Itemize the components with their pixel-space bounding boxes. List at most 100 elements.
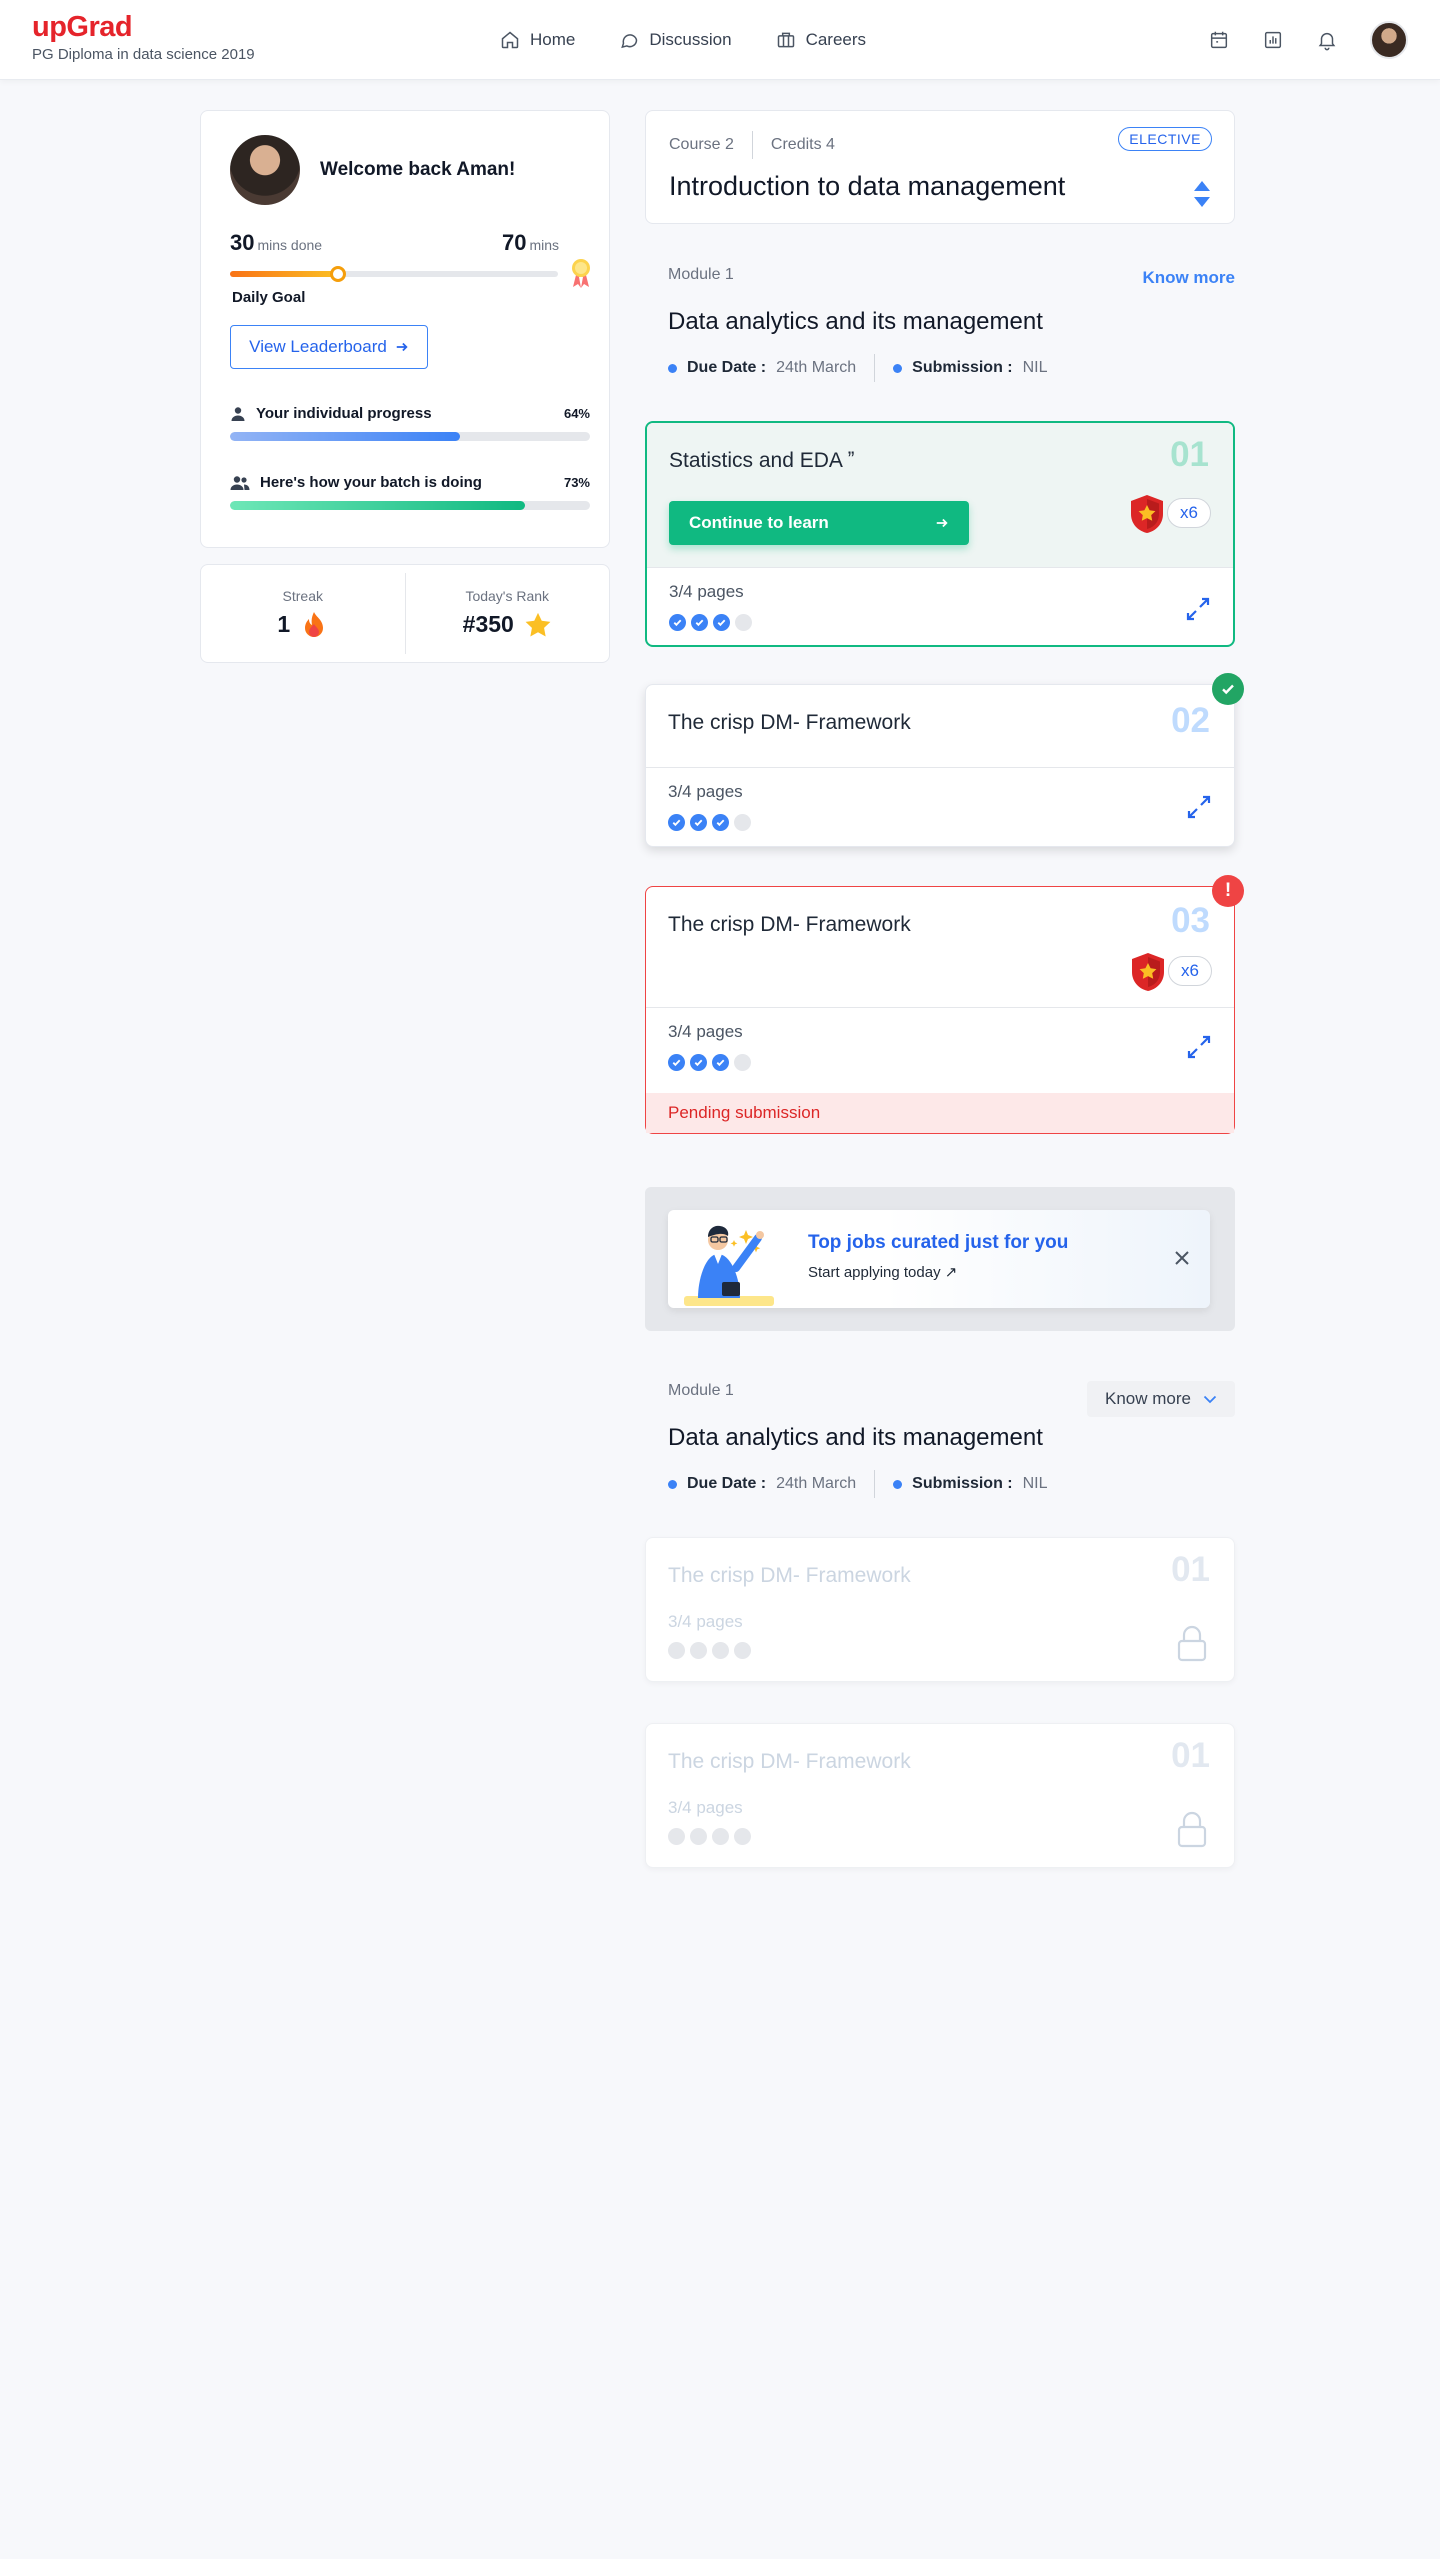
page-dots [668, 1828, 751, 1845]
main-nav: Home Discussion Careers [500, 0, 866, 80]
lesson-number: 02 [1171, 701, 1210, 740]
nav-careers[interactable]: Careers [776, 30, 866, 50]
user-avatar[interactable] [1370, 21, 1408, 59]
meta-divider [874, 1470, 876, 1498]
pages-label: 3/4 pages [668, 1798, 743, 1817]
due-date-value: 24th March [776, 359, 857, 376]
home-icon [501, 31, 519, 49]
course-header-card: Course 2 Credits 4 ELECTIVE Introduction… [645, 110, 1235, 224]
know-more-label: Know more [1105, 1389, 1191, 1408]
top-navbar: upGrad PG Diploma in data science 2019 H… [0, 0, 1440, 80]
lesson-card-active[interactable]: Statistics and EDA ˮ 01 Continue to lear… [645, 421, 1235, 647]
submission-value: NIL [1022, 359, 1048, 376]
expand-icon[interactable] [1185, 596, 1211, 622]
mins-goal-unit: mins [529, 237, 559, 253]
individual-progress-track [230, 432, 590, 441]
course-number: Course 2 [669, 136, 734, 153]
utility-nav [1208, 0, 1408, 80]
brand[interactable]: upGrad PG Diploma in data science 2019 [32, 11, 255, 63]
daily-goal-fill [230, 271, 339, 277]
know-more-dropdown[interactable]: Know more [1087, 1381, 1235, 1417]
page-dots [668, 814, 751, 831]
page-pending-icon [734, 1054, 751, 1071]
expand-icon[interactable] [1186, 1034, 1212, 1060]
lock-icon [1177, 1811, 1207, 1848]
lock-icon [1177, 1625, 1207, 1662]
due-date-label: Due Date : [687, 1475, 767, 1492]
module-meta: Due Date : 24th March Submission : NIL [668, 1470, 1048, 1498]
person-icon [231, 406, 245, 421]
page-pending-icon [735, 614, 752, 631]
shield-badge-icon [1132, 953, 1164, 991]
pending-submission-banner: Pending submission [646, 1093, 1234, 1133]
course-credits: Credits 4 [770, 136, 835, 153]
stats-card: Streak 1 Today's Rank #350 [200, 564, 610, 663]
report-icon[interactable] [1262, 29, 1284, 51]
brand-logo[interactable]: upGrad [32, 11, 255, 43]
star-icon [525, 612, 551, 636]
chevron-down-icon [1203, 1395, 1217, 1404]
page-done-icon [690, 814, 707, 831]
jobs-promo-subtitle[interactable]: Start applying today ↗ [808, 1263, 957, 1281]
module-title: Data analytics and its management [668, 1424, 1043, 1451]
expand-icon[interactable] [1186, 794, 1212, 820]
page-pending-icon [668, 1828, 685, 1845]
streak-stat: Streak 1 [201, 565, 405, 662]
bullet [893, 1479, 903, 1489]
course-title: Introduction to data management [669, 171, 1066, 201]
shield-badge-icon [1131, 495, 1163, 533]
mins-done-value: 30 [230, 230, 255, 255]
nav-home[interactable]: Home [500, 30, 575, 50]
lesson-title: The crisp DM- Framework [668, 913, 911, 936]
course-switcher-icon[interactable] [1192, 179, 1212, 209]
submission-label: Submission : [912, 359, 1013, 376]
daily-goal-knob [330, 266, 347, 282]
page-done-icon [668, 814, 685, 831]
pages-label: 3/4 pages [668, 1022, 743, 1041]
calendar-icon[interactable] [1208, 29, 1230, 51]
mins-done-unit: mins done [257, 237, 323, 253]
page-done-icon [712, 1054, 729, 1071]
module-header: Module 1 Know more Data analytics and it… [645, 1378, 1235, 1498]
rank-label: Today's Rank [465, 587, 550, 604]
bell-icon[interactable] [1316, 29, 1338, 51]
person-pointing-illustration [684, 1225, 774, 1306]
mins-done: 30 mins done [230, 230, 322, 256]
jobs-promo-title: Top jobs curated just for you [808, 1232, 1069, 1253]
alert-icon: ! [1212, 875, 1244, 907]
nav-home-label: Home [530, 30, 576, 49]
check-circle-icon [1212, 673, 1244, 705]
streak-value: 1 [277, 611, 291, 637]
daily-goal-label: Daily Goal [232, 289, 306, 306]
bullet [893, 363, 903, 373]
page-done-icon [713, 614, 730, 631]
mins-goal-value: 70 [501, 230, 527, 255]
bullet [668, 1479, 677, 1489]
view-leaderboard-button[interactable]: View Leaderboard [230, 325, 428, 369]
medal-icon [572, 259, 590, 288]
page-done-icon [669, 614, 686, 631]
page-done-icon [691, 614, 708, 631]
nav-discussion[interactable]: Discussion [619, 30, 732, 50]
lesson-card-complete[interactable]: The crisp DM- Framework 02 3/4 pages [645, 673, 1244, 847]
due-date-label: Due Date : [687, 359, 767, 376]
batch-progress-track [230, 501, 590, 510]
meta-divider [874, 354, 876, 382]
submission-label: Submission : [912, 1475, 1013, 1492]
module-label: Module 1 [668, 1382, 734, 1399]
page-dots [668, 1642, 751, 1659]
know-more-link[interactable]: Know more [1142, 268, 1235, 288]
page-pending-icon [668, 1642, 685, 1659]
page-pending-icon [712, 1828, 729, 1845]
module-title: Data analytics and its management [668, 308, 1043, 335]
welcome-card: Welcome back Aman! 30 mins done 70 mins Da… [200, 110, 610, 548]
lesson-title: Statistics and EDA ˮ [669, 449, 855, 472]
bullet [668, 363, 677, 373]
page-dots [668, 1054, 751, 1071]
streak-label: Streak [282, 587, 323, 604]
individual-progress: Your individual progress 64% [230, 405, 590, 441]
continue-to-learn-button[interactable]: Continue to learn [669, 501, 969, 545]
lesson-card-pending[interactable]: The crisp DM- Framework 03 x6 3/4 pages … [645, 875, 1244, 1134]
close-icon[interactable] [1172, 1248, 1192, 1268]
jobs-promo-card[interactable]: Top jobs curated just for you Start appl… [668, 1210, 1210, 1308]
